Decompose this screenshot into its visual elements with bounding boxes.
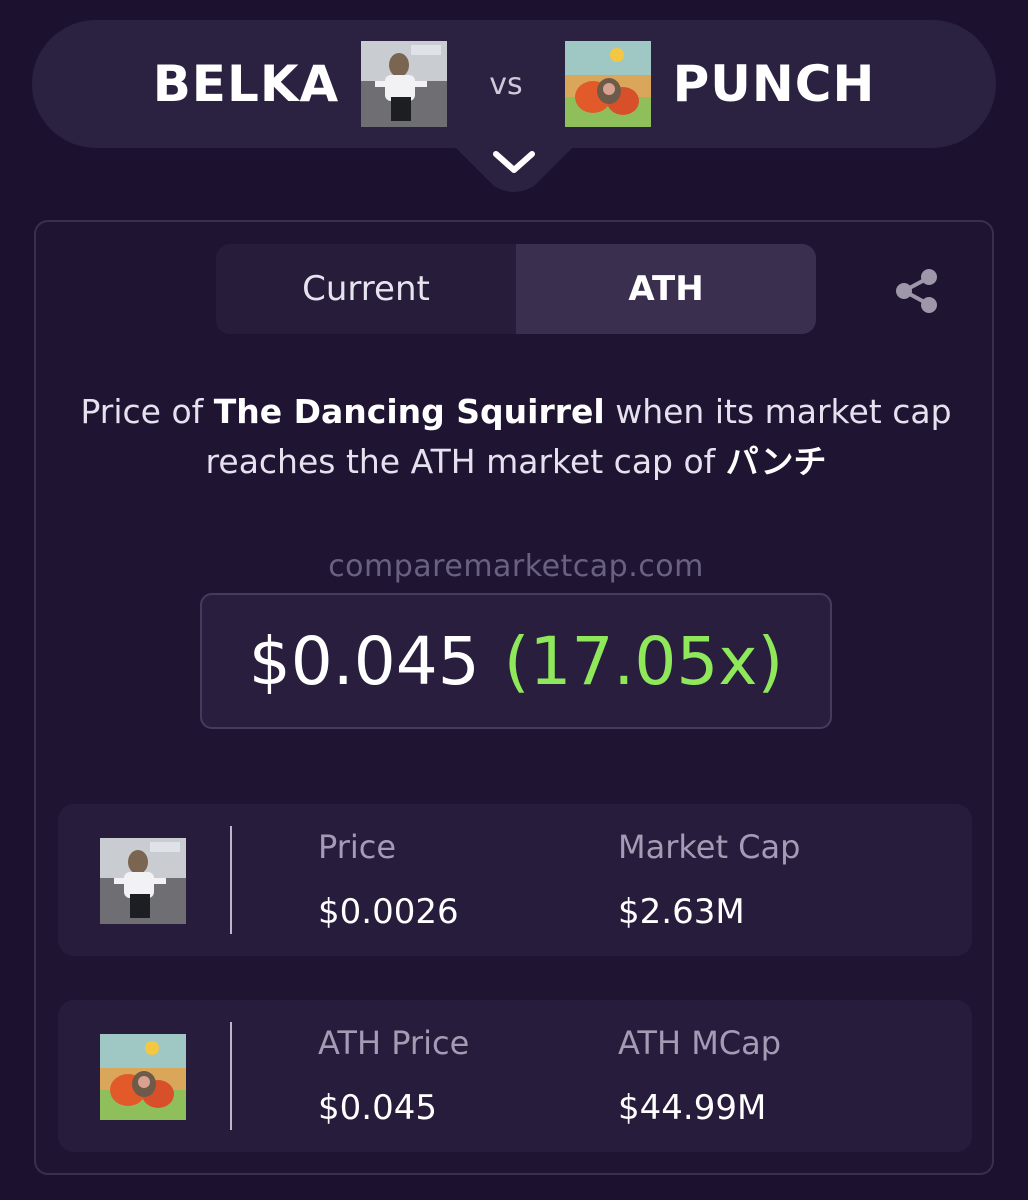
desc-token-name: The Dancing Squirrel — [213, 392, 605, 431]
price-label: Price — [318, 828, 397, 866]
market-cap-label: Market Cap — [618, 828, 801, 866]
ath-price-value: $0.045 — [318, 1088, 437, 1128]
divider — [230, 826, 232, 934]
ath-mcap-value: $44.99M — [618, 1088, 767, 1128]
punch-monkey-image — [564, 41, 651, 127]
punch-stats-card: ATH Price $0.045 ATH MCap $44.99M — [58, 1000, 972, 1152]
desc-prefix: Price of — [80, 392, 204, 431]
result-box: $0.045 (17.05x) — [200, 593, 832, 729]
token-comparison-header[interactable]: BELKA vs PUNCH — [32, 20, 996, 148]
result-price: $0.045 — [248, 622, 480, 700]
left-token[interactable]: BELKA — [153, 41, 448, 127]
page: BELKA vs PUNCH Current ATH Price of The … — [0, 0, 1028, 1200]
right-token-name: PUNCH — [672, 55, 876, 113]
mode-tabs: Current ATH — [216, 244, 816, 334]
price-value: $0.0026 — [318, 892, 459, 932]
tab-ath[interactable]: ATH — [516, 244, 816, 334]
share-icon[interactable] — [892, 266, 942, 316]
desc-line2: reaches the ATH market cap of — [205, 442, 716, 481]
belka-stats-card: Price $0.0026 Market Cap $2.63M — [58, 804, 972, 956]
result-multiplier: (17.05x) — [503, 622, 784, 700]
divider — [230, 1022, 232, 1130]
comparison-description: Price of The Dancing Squirrel when its m… — [56, 387, 976, 487]
ath-price-label: ATH Price — [318, 1024, 470, 1062]
desc-target-name: パンチ — [725, 442, 827, 481]
belka-squirrel-image — [361, 41, 448, 127]
desc-middle: when its market cap — [615, 392, 952, 431]
market-cap-value: $2.63M — [618, 892, 745, 932]
punch-monkey-image — [100, 1034, 186, 1120]
comparison-card: Current ATH Price of The Dancing Squirre… — [34, 220, 994, 1175]
ath-mcap-label: ATH MCap — [618, 1024, 782, 1062]
chevron-down-icon[interactable] — [454, 146, 574, 194]
right-token[interactable]: PUNCH — [564, 41, 876, 127]
belka-squirrel-image — [100, 838, 186, 924]
left-token-name: BELKA — [152, 55, 340, 113]
tab-current[interactable]: Current — [216, 244, 516, 334]
vs-label: vs — [489, 66, 523, 102]
site-watermark: comparemarketcap.com — [328, 549, 704, 584]
